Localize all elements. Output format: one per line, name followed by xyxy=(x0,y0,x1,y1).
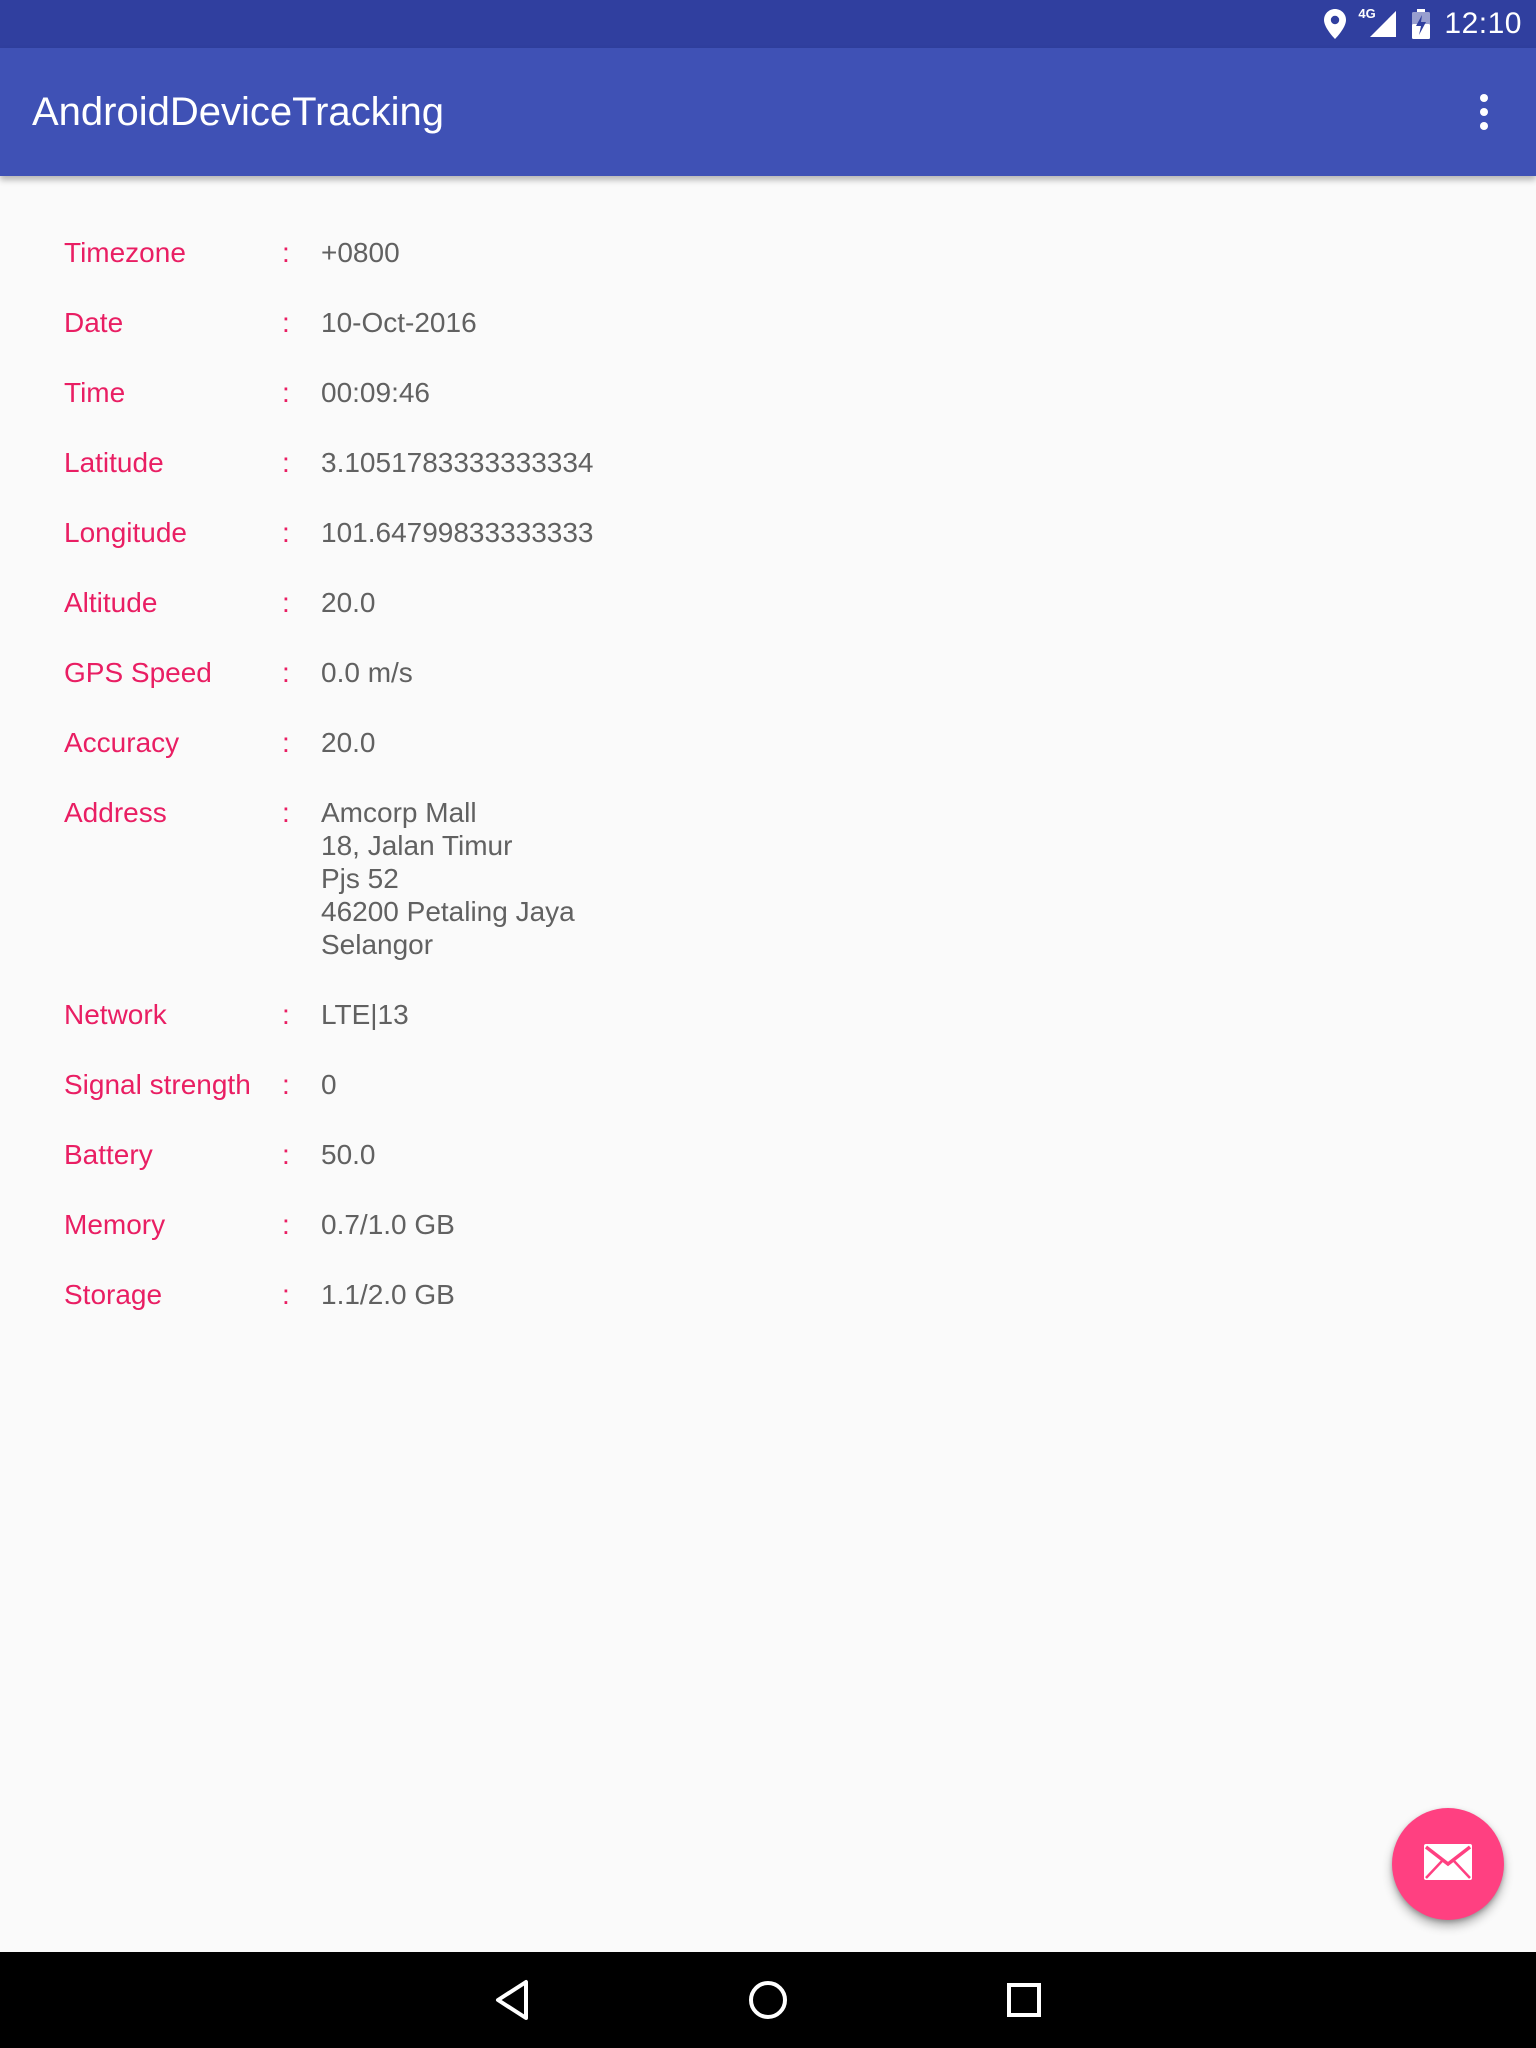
more-vert-icon xyxy=(1480,94,1488,102)
info-label: Altitude xyxy=(64,587,158,618)
content-area: Timezone: +0800 Date:10-Oct-2016 Time:00:09… xyxy=(0,176,1536,1952)
location-icon xyxy=(1324,9,1347,39)
send-email-button[interactable] xyxy=(1392,1808,1504,1920)
info-separator: : xyxy=(282,447,290,478)
back-button[interactable] xyxy=(484,1972,540,2028)
info-row: Signal strength:0 xyxy=(64,1068,1364,1101)
info-row: Time:00:09:46 xyxy=(64,376,1364,409)
info-label: Latitude xyxy=(64,447,164,478)
info-row: Altitude:20.0 xyxy=(64,586,1364,619)
device-info-list: Timezone: +0800 Date:10-Oct-2016 Time:00:09… xyxy=(64,236,1364,1311)
info-row: GPS Speed:0.0 m/s xyxy=(64,656,1364,689)
info-value: 101.64799833333333 xyxy=(321,517,594,548)
info-value: 20.0 xyxy=(321,727,376,758)
info-label: Time xyxy=(64,377,126,408)
info-label: GPS Speed xyxy=(64,657,212,688)
info-separator: : xyxy=(282,307,290,338)
info-separator: : xyxy=(282,999,290,1030)
info-row: Accuracy:20.0 xyxy=(64,726,1364,759)
info-row: Longitude:101.64799833333333 xyxy=(64,516,1364,549)
info-separator: : xyxy=(282,517,290,548)
info-separator: : xyxy=(282,1069,290,1100)
navigation-bar xyxy=(0,1952,1536,2048)
info-value: 3.1051783333333334 xyxy=(321,447,594,478)
more-options-button[interactable] xyxy=(1460,88,1508,136)
status-icons: 4G 12:10 xyxy=(1324,0,1522,48)
info-row: Date:10-Oct-2016 xyxy=(64,306,1364,339)
info-row: Network: LTE|13 xyxy=(64,998,1364,1031)
info-label: Battery xyxy=(64,1139,153,1170)
info-separator: : xyxy=(282,727,290,758)
signal-icon: 4G xyxy=(1358,6,1398,39)
info-label: Network xyxy=(64,999,167,1030)
info-separator: : xyxy=(282,587,290,618)
status-time: 12:10 xyxy=(1444,7,1522,40)
info-label: Address xyxy=(64,797,167,828)
info-separator: : xyxy=(282,1209,290,1240)
back-icon xyxy=(496,1980,528,2020)
info-row: Storage:1.1/2.0 GB xyxy=(64,1278,1364,1311)
info-separator: : xyxy=(282,237,290,268)
info-label: Signal strength xyxy=(64,1069,251,1100)
info-value: 1.1/2.0 GB xyxy=(321,1279,455,1310)
info-separator: : xyxy=(282,797,290,828)
info-label: Accuracy xyxy=(64,727,180,758)
info-value: 00:09:46 xyxy=(321,377,430,408)
info-label: Date xyxy=(64,307,124,338)
info-value: 0.0 m/s xyxy=(321,657,413,688)
info-value: LTE|13 xyxy=(321,999,409,1030)
info-row: Address: Amcorp Mall 18, Jalan Timur Pjs … xyxy=(64,796,1364,961)
info-label: Storage xyxy=(64,1279,163,1310)
info-separator: : xyxy=(282,657,290,688)
info-row: Timezone: +0800 xyxy=(64,236,1364,269)
home-button[interactable] xyxy=(740,1972,796,2028)
info-value: 20.0 xyxy=(321,587,376,618)
info-label: Longitude xyxy=(64,517,188,548)
status-bar: 4G 12:10 xyxy=(0,0,1536,48)
app-title: AndroidDeviceTracking xyxy=(32,90,445,134)
battery-charging-icon xyxy=(1412,9,1431,39)
info-value: 50.0 xyxy=(321,1139,376,1170)
info-label: Timezone xyxy=(64,237,186,268)
app-bar: AndroidDeviceTracking xyxy=(0,48,1536,176)
info-value: 0 xyxy=(321,1069,337,1100)
info-value: 10-Oct-2016 xyxy=(321,307,477,338)
info-separator: : xyxy=(282,377,290,408)
info-value: 0.7/1.0 GB xyxy=(321,1209,455,1240)
email-icon xyxy=(1422,1842,1474,1887)
network-type: 4G xyxy=(1358,6,1376,21)
info-value: +0800 xyxy=(321,237,400,268)
info-value: Amcorp Mall 18, Jalan Timur Pjs 52 46200… xyxy=(321,797,575,960)
info-row: Memory:0.7/1.0 GB xyxy=(64,1208,1364,1241)
home-icon xyxy=(749,1981,787,2019)
info-label: Memory xyxy=(64,1209,166,1240)
info-separator: : xyxy=(282,1279,290,1310)
info-separator: : xyxy=(282,1139,290,1170)
info-row: Latitude:3.1051783333333334 xyxy=(64,446,1364,479)
info-row: Battery:50.0 xyxy=(64,1138,1364,1171)
recents-icon xyxy=(1007,1983,1041,2017)
recents-button[interactable] xyxy=(996,1972,1052,2028)
